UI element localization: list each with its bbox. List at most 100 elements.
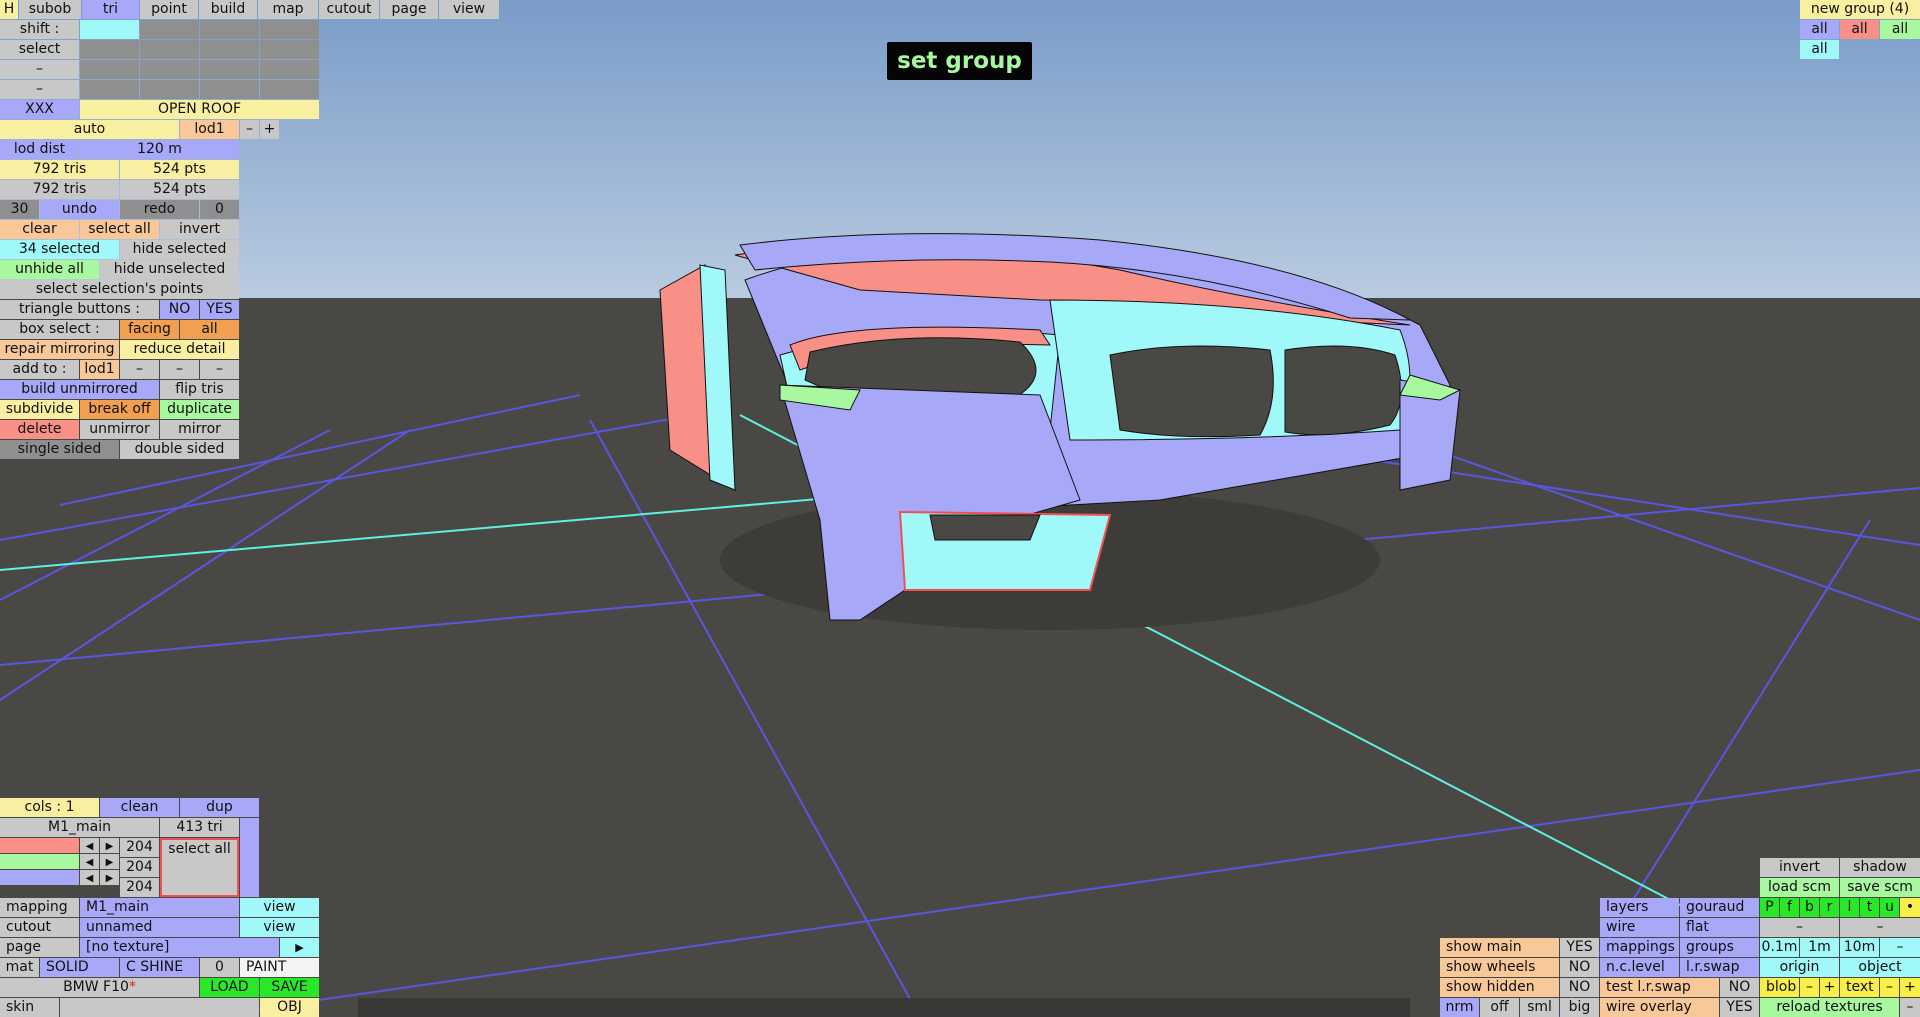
mirror-button[interactable]: mirror <box>160 420 239 439</box>
invert-view-button[interactable]: invert <box>1760 858 1839 877</box>
blue-arrow-left[interactable]: ◀ <box>80 870 99 885</box>
group-name-field[interactable]: OPEN ROOF <box>80 100 319 119</box>
save-scm-button[interactable]: save scm <box>1840 878 1920 897</box>
duplicate-button[interactable]: duplicate <box>160 400 239 419</box>
break-off-button[interactable]: break off <box>80 400 159 419</box>
flat-button[interactable]: flat <box>1680 918 1759 937</box>
dash1-slot-2[interactable] <box>140 60 199 79</box>
double-sided-button[interactable]: double sided <box>120 440 239 459</box>
hide-unselected-button[interactable]: hide unselected <box>100 260 239 279</box>
obj-button[interactable]: OBJ <box>260 998 319 1017</box>
dash2-slot-1[interactable] <box>80 80 139 99</box>
select-slot-1[interactable] <box>80 40 139 59</box>
unmirror-button[interactable]: unmirror <box>80 420 159 439</box>
triangle-buttons-yes[interactable]: YES <box>200 300 239 319</box>
blob-minus[interactable]: – <box>1800 978 1819 997</box>
off-button[interactable]: off <box>1480 998 1519 1017</box>
shift-slot-1[interactable] <box>80 20 139 39</box>
show-hidden-toggle[interactable]: NO <box>1560 978 1599 997</box>
dup-button[interactable]: dup <box>180 798 259 817</box>
dash1-slot-3[interactable] <box>200 60 259 79</box>
dist-1m[interactable]: 1m <box>1800 938 1839 957</box>
layers-button[interactable]: layers <box>1600 898 1679 917</box>
color-scrollbar[interactable] <box>240 818 259 897</box>
select-all-button[interactable]: select all <box>80 220 159 239</box>
shift-slot-4[interactable] <box>260 20 319 39</box>
nrm-button[interactable]: nrm <box>1440 998 1479 1017</box>
clean-button[interactable]: clean <box>100 798 179 817</box>
view-t-button[interactable]: t <box>1860 898 1879 917</box>
view-f-button[interactable]: f <box>1780 898 1799 917</box>
point-menu[interactable]: point <box>140 0 198 19</box>
dash-button-2[interactable]: – <box>1840 918 1920 937</box>
load-scm-button[interactable]: load scm <box>1760 878 1839 897</box>
view-menu[interactable]: view <box>439 0 499 19</box>
save-button[interactable]: SAVE <box>260 978 319 997</box>
show-wheels-toggle[interactable]: NO <box>1560 958 1599 977</box>
mat-zero[interactable]: 0 <box>200 958 239 977</box>
dash1-slot-1[interactable] <box>80 60 139 79</box>
blob-plus[interactable]: + <box>1820 978 1839 997</box>
solid-button[interactable]: SOLID <box>40 958 119 977</box>
3d-viewport[interactable] <box>0 0 1920 1017</box>
redo-button[interactable]: redo <box>120 200 199 219</box>
select-slot-2[interactable] <box>140 40 199 59</box>
cutout-menu[interactable]: cutout <box>319 0 379 19</box>
red-arrow-right[interactable]: ▶ <box>100 838 119 853</box>
skin-field[interactable] <box>60 998 259 1017</box>
subob-menu[interactable]: subob <box>19 0 81 19</box>
box-select-facing[interactable]: facing <box>120 320 179 339</box>
lod-dist-value[interactable]: 120 m <box>80 140 239 159</box>
cutout-value[interactable]: unnamed <box>80 918 239 937</box>
page-menu[interactable]: page <box>380 0 438 19</box>
clear-button[interactable]: clear <box>0 220 79 239</box>
color-select-all[interactable]: select all <box>160 838 239 897</box>
green-arrow-right[interactable]: ▶ <box>100 854 119 869</box>
tri-menu[interactable]: tri <box>82 0 139 19</box>
group-all-4[interactable]: all <box>1800 40 1839 59</box>
view-dot-button[interactable]: • <box>1900 898 1920 917</box>
object-button[interactable]: object <box>1840 958 1920 977</box>
reload-textures-button[interactable]: reload textures <box>1760 998 1899 1017</box>
test-lr-swap-toggle[interactable]: NO <box>1720 978 1759 997</box>
text-plus[interactable]: + <box>1900 978 1920 997</box>
flip-tris-button[interactable]: flip tris <box>160 380 239 399</box>
invert-button[interactable]: invert <box>160 220 239 239</box>
cshine-button[interactable]: C SHINE <box>120 958 199 977</box>
material-name[interactable]: M1_main <box>0 818 159 837</box>
triangle-buttons-no[interactable]: NO <box>160 300 199 319</box>
green-swatch[interactable] <box>0 854 79 869</box>
page-value[interactable]: [no texture] <box>80 938 279 957</box>
dash1-slot-4[interactable] <box>260 60 319 79</box>
shift-slot-2[interactable] <box>140 20 199 39</box>
sml-button[interactable]: sml <box>1520 998 1559 1017</box>
new-group-button[interactable]: new group (4) <box>1800 0 1920 19</box>
blue-swatch[interactable] <box>0 870 79 885</box>
wire-overlay-toggle[interactable]: YES <box>1720 998 1759 1017</box>
shift-slot-3[interactable] <box>200 20 259 39</box>
dist-10m[interactable]: 10m <box>1840 938 1879 957</box>
h-button[interactable]: H <box>0 0 18 19</box>
red-swatch[interactable] <box>0 838 79 853</box>
lod-minus-button[interactable]: – <box>240 120 259 139</box>
red-arrow-left[interactable]: ◀ <box>80 838 99 853</box>
dash2-slot-2[interactable] <box>140 80 199 99</box>
xxx-button[interactable]: XXX <box>0 100 79 119</box>
undo-button[interactable]: undo <box>40 200 119 219</box>
dist-0-1m[interactable]: 0.1m <box>1760 938 1799 957</box>
build-unmirrored-button[interactable]: build unmirrored <box>0 380 159 399</box>
select-slot-3[interactable] <box>200 40 259 59</box>
view-b-button[interactable]: b <box>1800 898 1819 917</box>
view-u-button[interactable]: u <box>1880 898 1899 917</box>
group-all-3[interactable]: all <box>1880 20 1920 39</box>
wire-button[interactable]: wire <box>1600 918 1679 937</box>
dash2-slot-3[interactable] <box>200 80 259 99</box>
dash-button-1[interactable]: – <box>1760 918 1839 937</box>
reload-textures-minus[interactable]: – <box>1900 998 1920 1017</box>
gouraud-button[interactable]: gouraud <box>1680 898 1759 917</box>
load-button[interactable]: LOAD <box>200 978 259 997</box>
paint-button[interactable]: PAINT <box>240 958 319 977</box>
show-main-toggle[interactable]: YES <box>1560 938 1599 957</box>
repair-mirroring-button[interactable]: repair mirroring <box>0 340 119 359</box>
delete-button[interactable]: delete <box>0 420 79 439</box>
